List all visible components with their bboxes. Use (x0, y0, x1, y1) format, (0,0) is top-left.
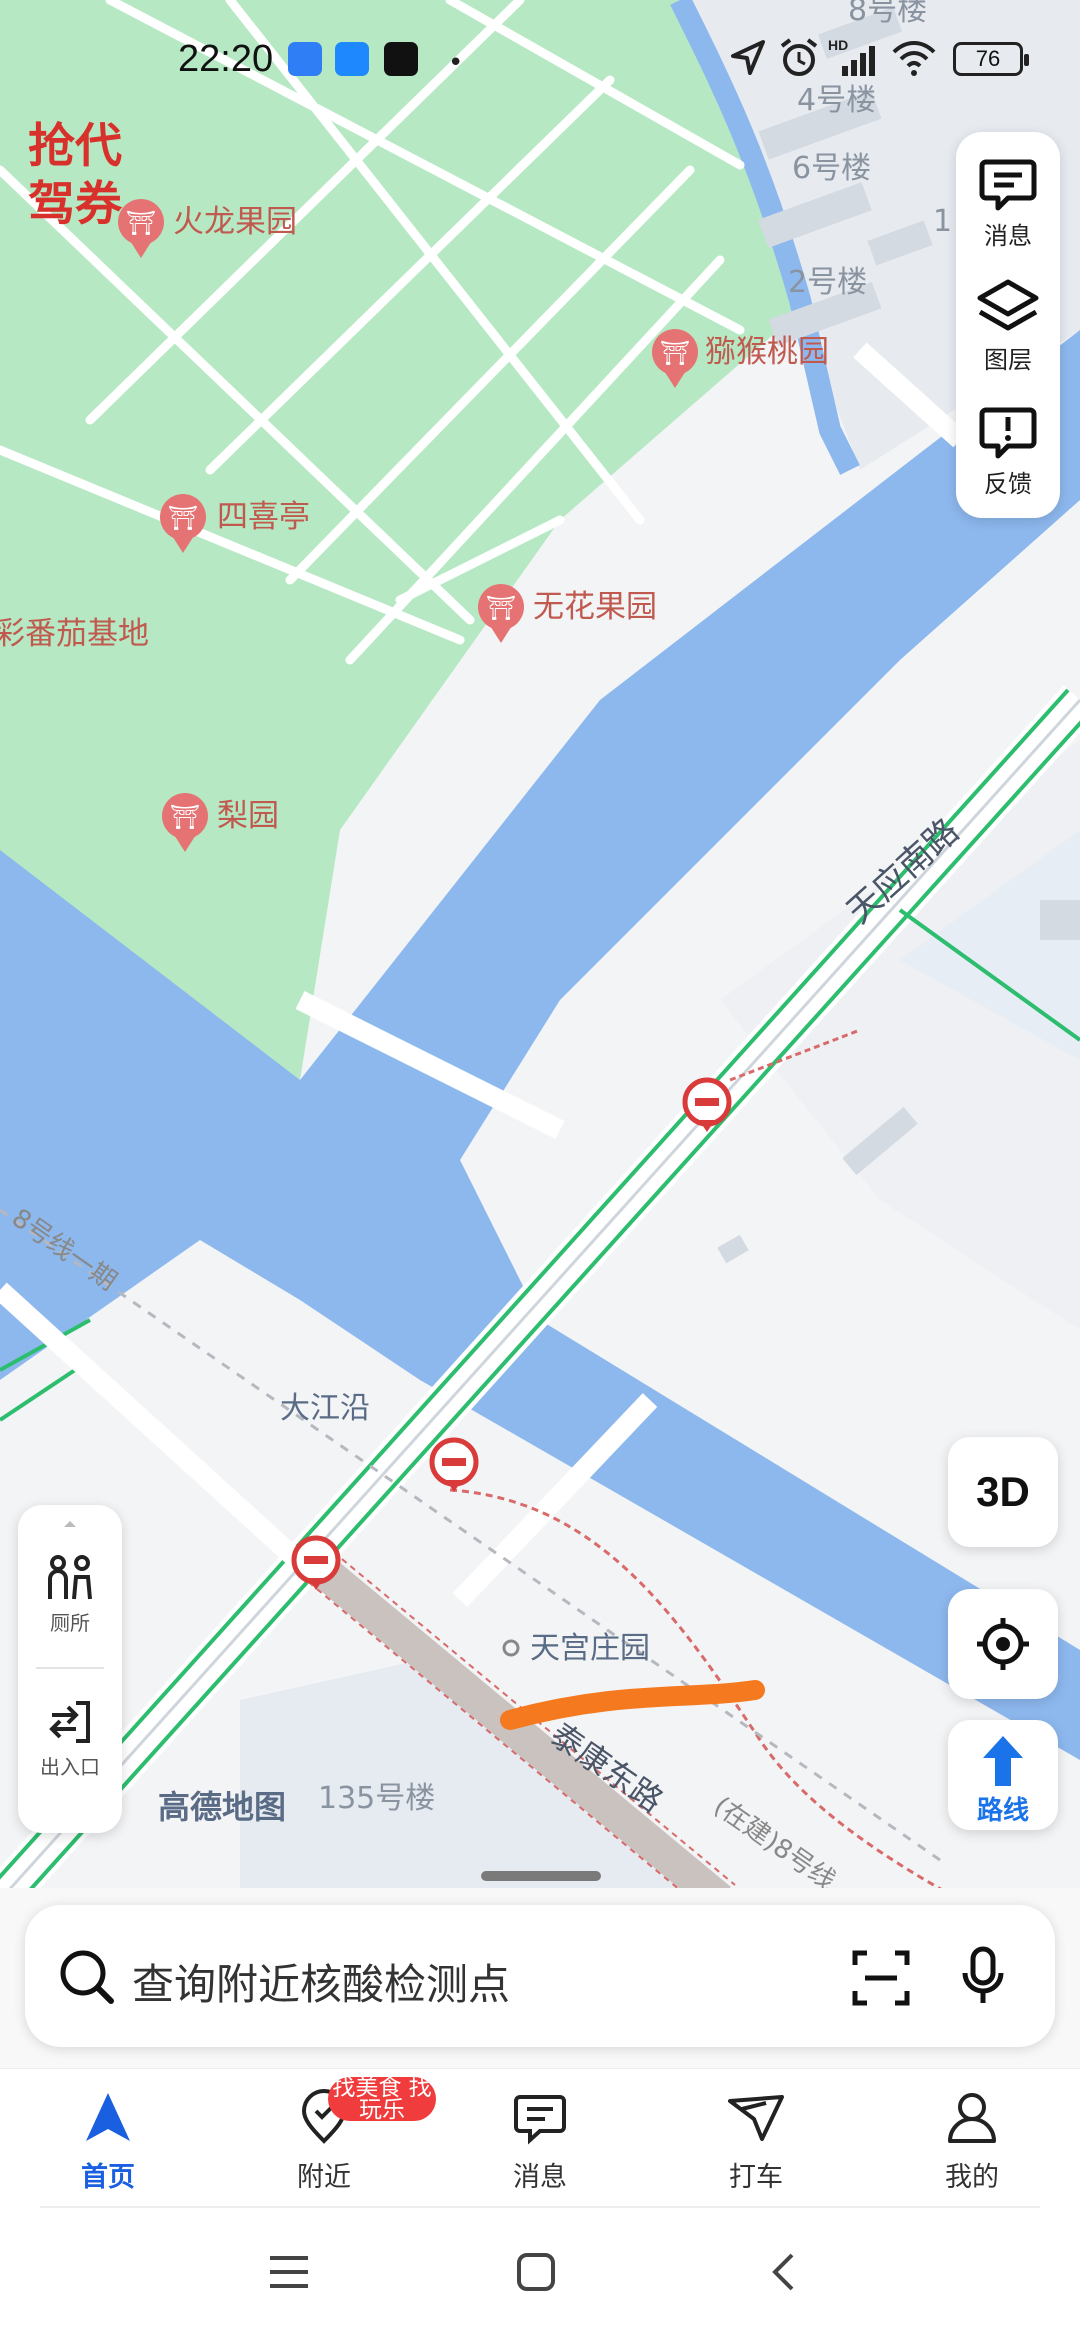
promo-line2: 驾券 (28, 177, 122, 232)
layers-icon (977, 279, 1039, 331)
tab-taxi-label: 打车 (729, 2162, 783, 2193)
signal-icon: HD (828, 37, 875, 76)
search-bar[interactable]: 查询附近核酸检测点 (25, 1905, 1055, 2047)
messages-button[interactable]: 消息 (956, 138, 1060, 258)
system-navigation-bar (0, 2208, 1080, 2340)
messages-label: 消息 (984, 222, 1032, 250)
home-navigation-icon (86, 2093, 130, 2141)
toilet-icon (48, 1555, 92, 1600)
route-button[interactable]: 路线 (948, 1720, 1058, 1830)
poi-liyuan: 梨园 (217, 798, 279, 834)
promo-line1: 抢代 (28, 119, 122, 174)
toilet-button[interactable]: 厕所 (18, 1545, 122, 1665)
label-b2: 2号楼 (788, 265, 867, 300)
feishu-icon (335, 42, 369, 76)
tab-messages-label: 消息 (513, 2162, 567, 2193)
chevron-up-icon[interactable] (62, 1519, 78, 1529)
route-arrow-icon (983, 1736, 1023, 1786)
menu-icon[interactable] (268, 2254, 310, 2290)
locate-icon (977, 1618, 1029, 1670)
entrance-button[interactable]: 出入口 (18, 1681, 122, 1821)
svg-text:⛩: ⛩ (660, 339, 690, 367)
message-icon (979, 159, 1037, 211)
bottom-tab-bar: 首页 附近 找美食 找玩乐 消息 打车 我的 (0, 2068, 1080, 2209)
entrance-icon (49, 1701, 90, 1743)
facility-panel: 厕所 出入口 (18, 1505, 122, 1833)
taxi-icon (728, 2095, 784, 2141)
route-label: 路线 (976, 1796, 1029, 1826)
label-tiangong: 天宫庄园 (530, 1631, 650, 1666)
poi-fanqie: 彩番茄基地 (0, 616, 149, 652)
tab-taxi[interactable]: 打车 (648, 2069, 864, 2209)
map-tools-panel: 消息 图层 反馈 (956, 132, 1060, 518)
battery-icon: 76 (953, 42, 1029, 76)
tiktok-icon (384, 42, 418, 76)
nearby-badge: 找美食 找玩乐 (328, 2077, 436, 2121)
alipay-shield-icon (288, 42, 322, 76)
status-time: 22:20 (178, 38, 274, 80)
back-icon[interactable] (770, 2252, 796, 2292)
alarm-icon (780, 38, 818, 76)
user-icon (948, 2093, 996, 2143)
svg-text:⛩: ⛩ (168, 504, 198, 532)
poi-wuhuaguo: 无花果园 (533, 589, 657, 625)
svg-text:⛩: ⛩ (170, 803, 200, 831)
tab-profile-label: 我的 (945, 2162, 999, 2193)
microphone-icon[interactable] (961, 1945, 1005, 2007)
search-icon (60, 1950, 114, 2004)
label-135: 135号楼 (318, 1781, 435, 1816)
tab-messages[interactable]: 消息 (432, 2069, 648, 2209)
driver-coupon-promo[interactable]: 抢代 驾券 (28, 118, 138, 234)
sheet-drag-handle[interactable] (481, 1871, 601, 1881)
feedback-label: 反馈 (984, 470, 1032, 498)
amap-logo: 高德地图 (158, 1788, 286, 1826)
tab-nearby[interactable]: 附近 找美食 找玩乐 (216, 2069, 436, 2209)
toilet-label: 厕所 (50, 1611, 90, 1635)
home-icon[interactable] (516, 2252, 556, 2292)
status-bar: 22:20 • HD 76 (0, 0, 1080, 120)
tab-profile[interactable]: 我的 (864, 2069, 1080, 2209)
poi-mihoutao: 猕猴桃园 (705, 334, 829, 370)
entrance-label: 出入口 (40, 1755, 100, 1779)
3d-toggle-button[interactable]: 3D (948, 1437, 1058, 1547)
label-dajiangyan: 大江沿 (280, 1391, 370, 1426)
tab-home-label: 首页 (81, 2162, 135, 2193)
label-b6: 6号楼 (792, 151, 871, 186)
search-placeholder: 查询附近核酸检测点 (132, 1960, 511, 2009)
more-notifications-dot: • (448, 48, 464, 78)
layers-button[interactable]: 图层 (956, 260, 1060, 380)
label-b1: 1 (933, 204, 952, 239)
svg-text:⛩: ⛩ (486, 594, 516, 622)
poi-huolong: 火龙果园 (173, 204, 297, 240)
wifi-icon (892, 41, 936, 76)
tab-nearby-label: 附近 (297, 2162, 351, 2193)
locate-button[interactable] (948, 1589, 1058, 1699)
poi-sixi: 四喜亭 (217, 499, 310, 535)
layers-label: 图层 (984, 346, 1032, 374)
tab-home[interactable]: 首页 (0, 2069, 216, 2209)
scan-icon[interactable] (851, 1949, 911, 2007)
message-icon (514, 2095, 566, 2145)
location-arrow-icon (731, 40, 765, 75)
feedback-button[interactable]: 反馈 (956, 386, 1060, 506)
svg-text:HD: HD (828, 37, 848, 53)
feedback-icon (979, 407, 1037, 459)
